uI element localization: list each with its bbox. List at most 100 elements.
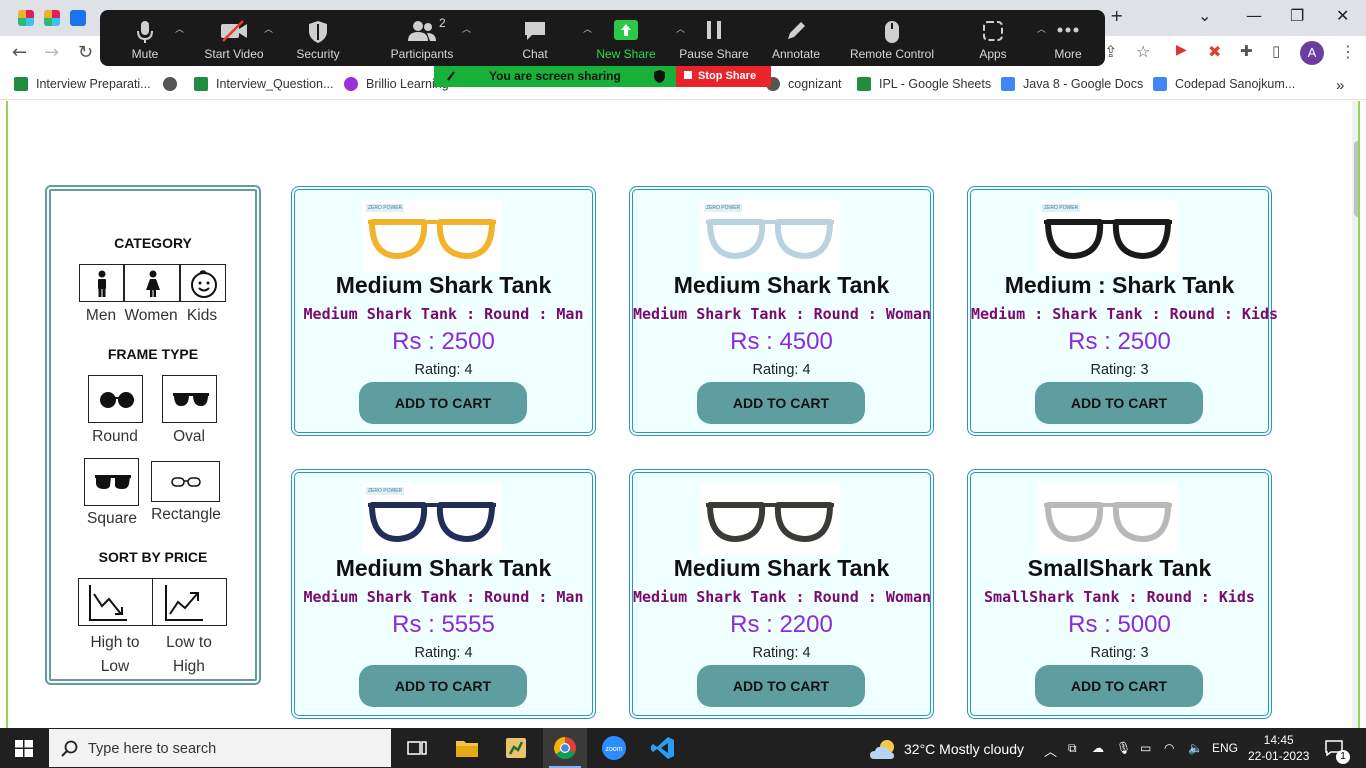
pause-icon [707,21,721,39]
product-image[interactable]: ZERO POWER [1038,200,1178,272]
minimize-icon[interactable]: — [1246,6,1262,25]
tab-icon[interactable] [70,10,86,26]
bookmark-item[interactable]: IPL - Google Sheets [857,77,991,91]
avatar[interactable]: A [1300,41,1324,65]
volume-icon[interactable]: 🔈 [1188,741,1203,755]
frame-rectangle-button[interactable] [151,461,220,502]
extension-icon[interactable]: ▶ [1176,42,1187,58]
wifi-icon[interactable]: ◠ [1164,741,1174,755]
add-to-cart-button[interactable]: ADD TO CART [697,382,865,424]
product-image[interactable]: ZERO POWER [700,200,840,272]
mute-button[interactable]: ︿ Mute [100,10,190,66]
bookmark-star-icon[interactable]: ☆ [1136,42,1150,61]
add-to-cart-button[interactable]: ADD TO CART [1035,665,1203,707]
close-window-icon[interactable]: ✕ [1336,6,1349,25]
product-image[interactable] [700,483,840,555]
product-subtitle: Medium Shark Tank : Round : Woman [633,305,932,323]
bookmark-label: Interview_Question... [216,77,334,91]
chevron-down-icon[interactable]: ︿ [462,22,471,35]
product-card[interactable]: ZERO POWER Medium : Shark Tank Medium : Sh… [967,186,1278,436]
extension-icon[interactable]: ✖ [1208,42,1221,61]
forward-icon[interactable]: → [44,42,59,63]
zoom-app-icon[interactable]: zoom [602,736,626,760]
bookmarks-overflow[interactable]: » [1336,77,1344,94]
add-to-cart-button[interactable]: ADD TO CART [697,665,865,707]
sort-high-to-low-button[interactable] [78,578,153,626]
product-image[interactable]: ZERO POWER [362,200,502,272]
more-dots-icon [1057,27,1079,33]
tray-app-icon[interactable]: ⧉ [1068,741,1077,756]
weather-cloud-icon[interactable] [870,738,898,760]
participant-count: 2 [439,16,446,30]
product-card[interactable]: ZERO POWER Medium Shark Tank Medium Shark … [291,469,596,719]
scrollbar-thumb[interactable] [1354,141,1358,217]
chrome-taskbar-button[interactable] [543,728,587,768]
product-image[interactable]: ZERO POWER [362,483,502,555]
language-indicator[interactable]: ENG [1212,741,1238,755]
bookmark-label: IPL - Google Sheets [879,77,992,91]
bookmark-item[interactable]: Interview Preparati... [14,77,151,91]
tab-search-icon[interactable]: ⌄ [1198,6,1211,25]
frame-square-button[interactable] [84,458,139,506]
slack-icon[interactable] [44,10,60,26]
frame-oval-label: Oval [173,428,205,445]
start-video-button[interactable]: ︿ Start Video [189,10,279,66]
frame-round-button[interactable] [88,375,143,423]
product-card[interactable]: Medium Shark Tank Medium Shark Tank : Rou… [629,469,934,719]
chevron-down-icon[interactable]: ︿ [175,22,184,35]
clock[interactable]: 14:45 22-01-2023 [1248,732,1309,764]
tray-overflow-icon[interactable]: ︿ [1044,741,1057,760]
spreadsheet-app-icon[interactable] [504,736,528,760]
bookmark-item[interactable]: Brillio Learning [344,77,449,91]
sort-low-to-high-button[interactable] [152,578,227,626]
product-image[interactable] [1038,483,1178,555]
microphone-tray-icon[interactable]: 🎙 [1116,741,1131,755]
new-share-button[interactable]: ︿ New Share [581,10,685,66]
windows-start-icon[interactable] [15,740,33,757]
security-button[interactable]: Security [273,10,363,66]
screen: + ⌄ — ❐ ✕ ← → ↻ ⇪ ☆ ▶ ✖ ✚ ▯ A ⋮ Intervie… [0,0,1366,768]
participants-button[interactable]: 2 ︿ Participants [377,10,471,66]
reload-icon[interactable]: ↻ [78,42,93,63]
chat-button[interactable]: ︿ Chat [490,10,592,66]
category-women-button[interactable] [124,264,180,302]
round-glasses-icon [100,392,134,408]
puzzle-icon[interactable]: ✚ [1240,42,1253,60]
taskbar-search-box[interactable]: Type here to search [49,729,391,767]
chevron-down-icon[interactable]: ︿ [264,22,273,35]
category-kids-label: Kids [186,307,218,324]
side-panel-icon[interactable]: ▯ [1272,42,1280,60]
add-to-cart-button[interactable]: ADD TO CART [359,665,527,707]
category-kids-button[interactable] [180,264,226,302]
slack-icon[interactable] [18,10,34,26]
product-card[interactable]: ZERO POWER Medium Shark Tank Medium Shark … [629,186,934,436]
restore-icon[interactable]: ❐ [1290,6,1304,25]
annotate-button[interactable]: Annotate [751,10,841,66]
frame-oval-button[interactable] [162,375,217,423]
page-scrollbar[interactable] [1352,101,1358,728]
category-men-button[interactable] [79,264,124,302]
bookmark-item[interactable]: Codepad Sanojkum... [1153,77,1295,91]
remote-control-button[interactable]: Remote Control [847,10,937,66]
bookmark-item[interactable]: Java 8 - Google Docs [1001,77,1143,91]
onedrive-icon[interactable]: ☁ [1092,741,1104,755]
file-explorer-icon[interactable] [455,736,479,760]
clock-date: 22-01-2023 [1248,749,1310,763]
stop-share-button[interactable]: Stop Share [676,66,771,87]
weather-text[interactable]: 32°C Mostly cloudy [904,741,1024,757]
battery-icon[interactable]: ▭ [1140,741,1151,755]
add-to-cart-button[interactable]: ADD TO CART [1035,382,1203,424]
bookmark-item[interactable]: Interview_Question... [194,77,333,91]
bookmark-item[interactable]: cognizant [766,77,842,91]
task-view-icon[interactable] [405,736,429,760]
add-to-cart-button[interactable]: ADD TO CART [359,382,527,424]
product-card[interactable]: ZERO POWER Medium Shark Tank Medium Shark … [291,186,596,436]
bookmark-item[interactable] [163,77,177,91]
product-card[interactable]: SmallShark Tank SmallShark Tank : Round :… [967,469,1272,719]
back-icon[interactable]: ← [12,42,27,63]
vscode-icon[interactable] [651,736,675,760]
more-button[interactable]: More [1023,10,1113,66]
pause-share-button[interactable]: Pause Share [669,10,759,66]
product-rating: Rating: 4 [414,645,473,661]
menu-icon[interactable]: ⋮ [1340,42,1356,61]
